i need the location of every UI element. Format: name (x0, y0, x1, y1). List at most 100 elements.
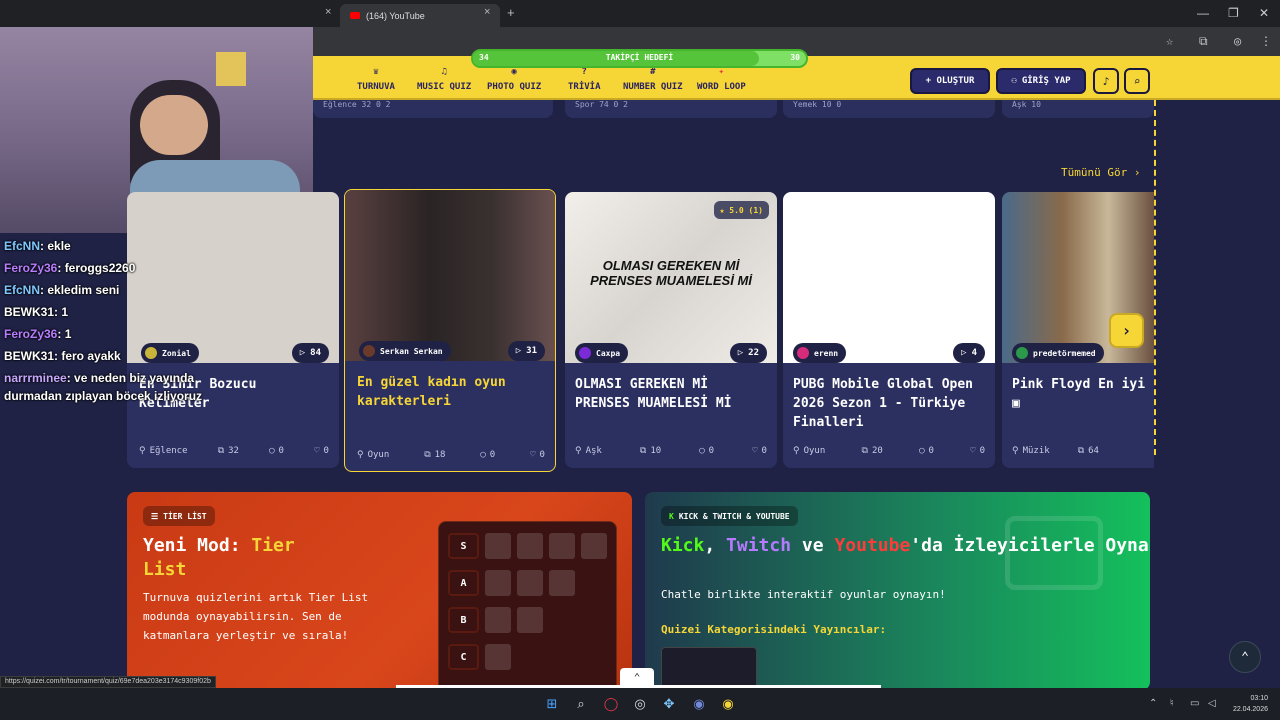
twitch-word: Twitch (726, 535, 792, 556)
stream-title: Kick, Twitch ve Youtube'da İzleyicilerle… (661, 534, 1149, 558)
prev-card-footer: Aşk 10 (1002, 100, 1154, 118)
see-all-link[interactable]: Tümünü Gör › (1061, 166, 1140, 179)
new-tab-button[interactable]: + (507, 5, 515, 20)
items-icon: ⧉ (861, 446, 868, 456)
category-label: Eğlence (149, 446, 188, 456)
title-rest: 'da İzleyicilerle Oyna (910, 535, 1149, 556)
nav-music-quiz[interactable]: ♫ MUSIC QUIZ (417, 66, 471, 92)
tier-label: A (448, 570, 479, 596)
author-name: Serkan Serkan (380, 346, 443, 356)
create-button[interactable]: + OLUŞTUR (910, 68, 990, 94)
discord-icon[interactable]: ◉ (690, 695, 708, 713)
nav-label: TRİVİA (568, 82, 601, 92)
nav-trivia[interactable]: ? TRİVİA (568, 66, 601, 92)
items-count: 18 (434, 450, 446, 460)
play-count-value: 31 (526, 346, 537, 356)
link-status-url: https://quizei.com/tr/tournament/quiz/69… (0, 676, 216, 688)
play-count-value: 4 (971, 348, 977, 358)
items-count: 64 (1088, 446, 1099, 456)
extensions-icon[interactable]: ⧉ (1199, 34, 1208, 49)
card-footer: ⚲ Eğlence ⧉ 32 ◯ 0 ♡ 0 (139, 446, 329, 456)
obs-icon[interactable]: ◎ (631, 695, 649, 713)
search-button[interactable]: ⌕ (1124, 68, 1150, 94)
app-icon[interactable]: ✥ (660, 695, 678, 713)
items-icon: ⧉ (639, 446, 647, 456)
nav-photo-quiz[interactable]: ◉ PHOTO QUIZ (487, 66, 541, 92)
author-name: Zonial (162, 348, 191, 358)
avatar (363, 345, 375, 357)
chevron-right-icon: › (1121, 321, 1132, 340)
author-pill[interactable]: erenn (793, 343, 847, 363)
tier-list-banner[interactable]: ☰ TİER LİST Yeni Mod: Tier List Turnuva q… (127, 492, 632, 690)
search-icon: ⌕ (1133, 74, 1141, 88)
author-pill[interactable]: Zonial (141, 343, 199, 363)
create-label: + OLUŞTUR (925, 76, 975, 86)
bell-icon: ♪ (1102, 74, 1110, 88)
chat-message: EfcNN: ekledim seni (4, 283, 119, 297)
quiz-card[interactable]: erenn ▷ 4 PUBG Mobile Global Open 2026 Se… (783, 192, 995, 468)
carousel-next-button[interactable]: › (1109, 313, 1144, 348)
microphone-icon[interactable]: ♮ (1170, 698, 1174, 709)
quiz-card[interactable]: Serkan Serkan ▷ 31 En güzel kadın oyun ka… (344, 189, 556, 472)
tab-close-icon[interactable]: × (325, 6, 331, 18)
heart-icon: ♡ (530, 450, 536, 460)
nav-number-quiz[interactable]: # NUMBER QUIZ (623, 66, 683, 92)
play-icon: ▷ (515, 346, 522, 356)
author-pill[interactable]: Serkan Serkan (359, 341, 451, 361)
card-title[interactable]: PUBG Mobile Global Open 2026 Sezon 1 - T… (793, 375, 985, 432)
network-icon[interactable]: ▭ (1190, 698, 1199, 709)
like-count: 0 (323, 446, 329, 456)
chat-text: : ekledim seni (40, 283, 120, 297)
chat-text: : fero ayakk (54, 349, 121, 363)
heart-icon: ♡ (752, 446, 758, 456)
chat-user: FeroZy36 (4, 327, 58, 341)
bookmark-star-icon[interactable]: ☆ (1166, 34, 1173, 48)
minimize-icon[interactable]: — (1197, 6, 1209, 20)
tray-chevron-icon[interactable]: ⌃ (1149, 698, 1157, 709)
rating-badge: ★ 5.0 (1) (713, 201, 769, 219)
tab-close-icon[interactable]: × (484, 6, 490, 18)
play-count-value: 22 (748, 348, 759, 358)
streamers-heading: Quizei Kategorisindeki Yayıncılar: (661, 623, 887, 636)
clock[interactable]: 03:10 22.04.2026 (1233, 693, 1268, 715)
tab-youtube[interactable]: (164) YouTube (340, 4, 500, 27)
chat-message: EfcNN: ekle (4, 239, 71, 253)
category-icon: ⚲ (139, 446, 146, 456)
comment-icon: ◯ (480, 450, 486, 460)
card-title[interactable]: En güzel kadın oyun karakterleri (357, 373, 545, 411)
author-pill[interactable]: Caxpa (575, 343, 629, 363)
author-pill[interactable]: predetörmemed (1012, 343, 1104, 363)
streamer-banner[interactable]: K KICK & TWITCH & YOUTUBE Kick, Twitch ve… (645, 492, 1150, 690)
quiz-card[interactable]: Zonial ▷ 84 En Sinir Bozucu Kelimeler ⚲ Eğ… (127, 192, 339, 468)
nav-word-loop[interactable]: ✦ WORD LOOP (697, 66, 746, 92)
close-window-icon[interactable]: ✕ (1259, 6, 1269, 20)
nav-label: PHOTO QUIZ (487, 82, 542, 92)
category-icon: ⚲ (1012, 446, 1019, 456)
maximize-icon[interactable]: ❐ (1228, 6, 1239, 20)
nav-turnuva[interactable]: ♛ TURNUVA (357, 66, 395, 92)
nav-label: TURNUVA (357, 82, 395, 92)
items-icon: ⧉ (217, 446, 225, 456)
tier-board: S A B C (438, 521, 617, 690)
card-footer: ⚲ Oyun ⧉ 18 ◯ 0 ♡ 0 (357, 450, 545, 460)
windows-start-icon[interactable]: ⊞ (543, 695, 561, 713)
chrome-icon[interactable]: ◉ (719, 695, 737, 713)
streamer-thumbnail[interactable] (661, 647, 757, 690)
menu-icon[interactable]: ⋮ (1260, 34, 1272, 48)
quiz-card[interactable]: OLMASI GEREKEN Mİ PRENSES MUAMELESİ Mİ ★… (565, 192, 777, 468)
volume-icon[interactable]: ◁ (1208, 698, 1216, 709)
chat-text: : 1 (54, 305, 69, 319)
comment-count: 0 (708, 446, 715, 456)
card-title[interactable]: OLMASI GEREKEN Mİ PRENSES MUAMELESİ Mİ (575, 375, 767, 413)
badge-label: TİER LİST (163, 511, 207, 521)
search-icon[interactable]: ⌕ (572, 695, 590, 713)
card-title[interactable]: Pink Floyd En iyi ▣ (1012, 375, 1145, 413)
opera-icon[interactable]: ◯ (602, 695, 620, 713)
avatar (579, 347, 591, 359)
login-button[interactable]: ⚇ GİRİŞ YAP (996, 68, 1086, 94)
youtube-icon (350, 12, 360, 19)
chat-text: : ekle (40, 239, 71, 253)
scroll-top-button[interactable]: ⌃ (1229, 641, 1261, 673)
profile-icon[interactable]: ◎ (1234, 34, 1241, 48)
notifications-button[interactable]: ♪ (1093, 68, 1119, 94)
